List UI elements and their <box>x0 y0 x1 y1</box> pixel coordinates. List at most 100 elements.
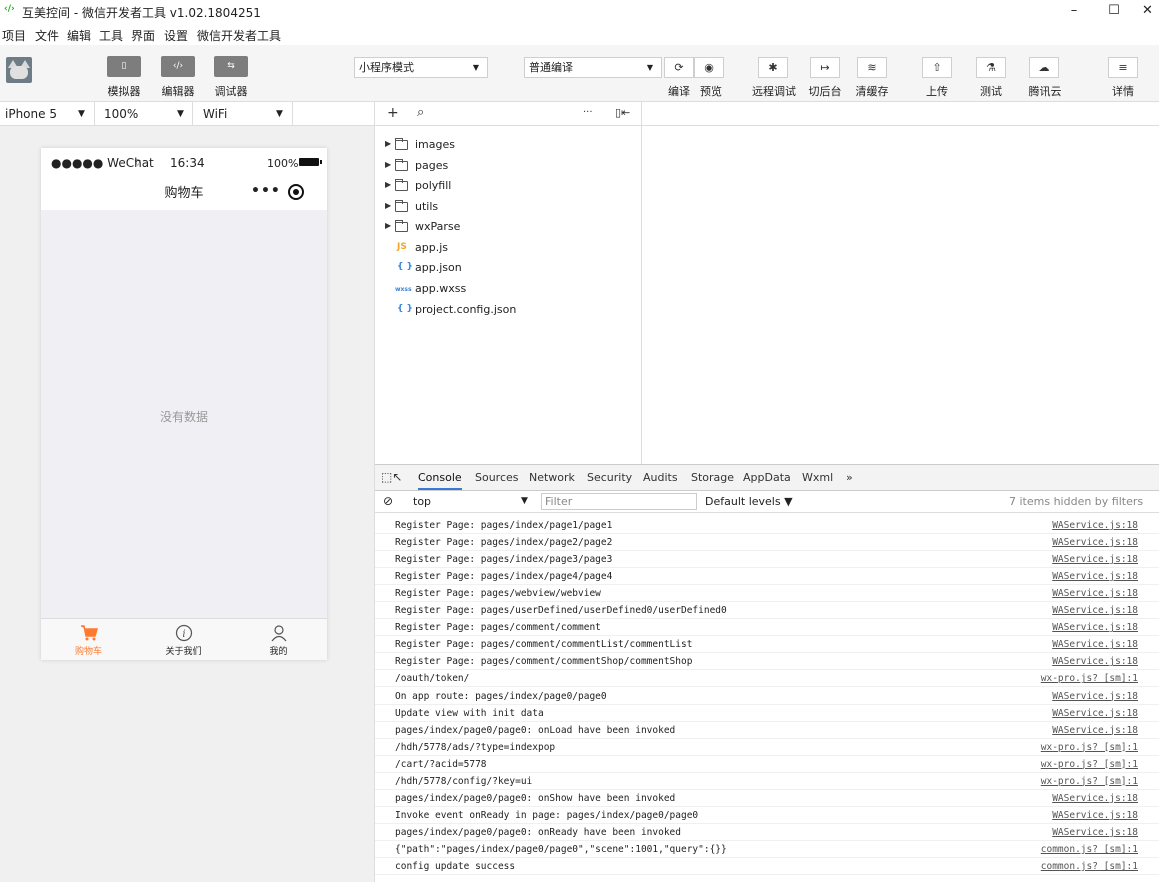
eye-icon: ◉ <box>704 61 714 74</box>
log-source-link[interactable]: common.js? [sm]:1 <box>1041 861 1138 872</box>
inspect-element-icon[interactable]: ⬚↖ <box>381 470 402 484</box>
more-icon[interactable]: ··· <box>583 107 593 118</box>
log-source-link[interactable]: WAService.js:18 <box>1052 554 1138 565</box>
menu-file[interactable]: 文件 <box>35 27 59 44</box>
file-tree-item[interactable]: ▶ wxParse <box>375 217 642 237</box>
log-source-link[interactable]: WAService.js:18 <box>1052 537 1138 548</box>
details-button[interactable]: ≡ <box>1108 57 1138 78</box>
debugger-toggle-button[interactable]: ⇆ <box>214 56 248 77</box>
log-source-link[interactable]: wx-pro.js? [sm]:1 <box>1041 759 1138 770</box>
mode-select[interactable]: 小程序模式 ▼ <box>354 57 488 78</box>
log-message: Register Page: pages/userDefined/userDef… <box>395 605 727 617</box>
file-tree-item[interactable]: ▶ polyfill <box>375 176 642 196</box>
expand-arrow-icon[interactable]: ▶ <box>385 180 391 189</box>
tab-cart[interactable]: 购物车 <box>41 619 136 661</box>
chevron-down-icon[interactable]: ▼ <box>521 496 528 506</box>
log-source-link[interactable]: WAService.js:18 <box>1052 725 1138 736</box>
tab-appdata[interactable]: AppData <box>743 471 791 484</box>
editor-toggle-button[interactable]: ‹/› <box>161 56 195 77</box>
chevron-down-icon[interactable]: ▼ <box>177 109 184 119</box>
editor-label: 编辑器 <box>161 85 195 98</box>
more-tabs-button[interactable]: » <box>846 471 853 484</box>
chevron-down-icon[interactable]: ▼ <box>78 109 85 119</box>
file-tree-item[interactable]: ▶ images <box>375 135 642 155</box>
log-source-link[interactable]: wx-pro.js? [sm]:1 <box>1041 776 1138 787</box>
expand-arrow-icon[interactable]: ▶ <box>385 139 391 148</box>
close-capsule-icon[interactable] <box>288 184 304 200</box>
log-levels-select[interactable]: Default levels ▼ <box>705 495 793 508</box>
tab-sources[interactable]: Sources <box>475 471 519 484</box>
tab-wxml[interactable]: Wxml <box>802 471 833 484</box>
network-select[interactable]: WiFi <box>203 107 227 121</box>
file-tree-item[interactable]: JS app.js <box>375 238 642 258</box>
upload-button[interactable]: ⇧ <box>922 57 952 78</box>
log-source-link[interactable]: wx-pro.js? [sm]:1 <box>1041 742 1138 753</box>
menu-settings[interactable]: 设置 <box>164 27 188 44</box>
phone-screen[interactable]: ●●●●● WeChat ⌔ 16:34 100% 购物车 ••• 没有数据 购… <box>41 148 327 660</box>
tab-network[interactable]: Network <box>529 471 575 484</box>
log-source-link[interactable]: WAService.js:18 <box>1052 639 1138 650</box>
log-source-link[interactable]: WAService.js:18 <box>1052 810 1138 821</box>
log-source-link[interactable]: WAService.js:18 <box>1052 605 1138 616</box>
compile-mode-select[interactable]: 普通编译 ▼ <box>524 57 662 78</box>
tab-mine[interactable]: 我的 <box>231 619 326 661</box>
search-icon[interactable]: ⌕ <box>417 105 424 120</box>
console-filter-input[interactable]: Filter <box>541 493 697 510</box>
tab-audits[interactable]: Audits <box>643 471 678 484</box>
tab-storage[interactable]: Storage <box>691 471 734 484</box>
tab-console[interactable]: Console <box>418 471 462 490</box>
log-source-link[interactable]: common.js? [sm]:1 <box>1041 844 1138 855</box>
context-select[interactable]: top <box>413 495 431 508</box>
avatar[interactable] <box>6 57 32 83</box>
menu-edit[interactable]: 编辑 <box>67 27 91 44</box>
compile-button[interactable]: ⟳ <box>664 57 694 78</box>
log-source-link[interactable]: WAService.js:18 <box>1052 571 1138 582</box>
preview-button[interactable]: ◉ <box>694 57 724 78</box>
file-tree-item[interactable]: wxss app.wxss <box>375 279 642 299</box>
log-source-link[interactable]: WAService.js:18 <box>1052 622 1138 633</box>
close-button[interactable]: ✕ <box>1136 0 1159 23</box>
tab-about[interactable]: i 关于我们 <box>136 619 231 661</box>
add-file-icon[interactable]: + <box>387 105 399 121</box>
expand-arrow-icon[interactable]: ▶ <box>385 221 391 230</box>
log-source-link[interactable]: WAService.js:18 <box>1052 520 1138 531</box>
remote-debug-button[interactable]: ✱ <box>758 57 788 78</box>
simulator-toggle-button[interactable]: ▯ <box>107 56 141 77</box>
file-tree-item[interactable]: ▶ pages <box>375 156 642 176</box>
collapse-panel-icon[interactable]: ▯⇤ <box>615 106 630 119</box>
log-source-link[interactable]: WAService.js:18 <box>1052 588 1138 599</box>
clear-cache-button[interactable]: ≋ <box>857 57 887 78</box>
log-source-link[interactable]: WAService.js:18 <box>1052 691 1138 702</box>
simulator-label: 模拟器 <box>107 85 141 98</box>
editor-area[interactable] <box>642 102 1159 464</box>
log-source-link[interactable]: WAService.js:18 <box>1052 708 1138 719</box>
device-bar: iPhone 5 ▼ 100% ▼ WiFi ▼ <box>0 102 375 126</box>
empty-state-text: 没有数据 <box>159 410 208 424</box>
file-tree-item[interactable]: { } app.json <box>375 258 642 278</box>
file-tree-item[interactable]: { } project.config.json <box>375 300 642 320</box>
tencent-cloud-button[interactable]: ☁ <box>1029 57 1059 78</box>
menu-tools[interactable]: 工具 <box>99 27 123 44</box>
menu-devtools[interactable]: 微信开发者工具 <box>197 27 281 44</box>
menu-interface[interactable]: 界面 <box>131 27 155 44</box>
expand-arrow-icon[interactable]: ▶ <box>385 201 391 210</box>
zoom-select[interactable]: 100% <box>104 107 138 121</box>
log-source-link[interactable]: WAService.js:18 <box>1052 793 1138 804</box>
clear-console-icon[interactable]: ⊘ <box>383 494 393 508</box>
device-model-select[interactable]: iPhone 5 <box>5 107 57 121</box>
minimize-button[interactable]: – <box>1054 0 1094 23</box>
log-source-link[interactable]: wx-pro.js? [sm]:1 <box>1041 673 1138 684</box>
test-button[interactable]: ⚗ <box>976 57 1006 78</box>
background-button[interactable]: ↦ <box>810 57 840 78</box>
log-source-link[interactable]: WAService.js:18 <box>1052 656 1138 667</box>
log-source-link[interactable]: WAService.js:18 <box>1052 827 1138 838</box>
maximize-button[interactable]: ☐ <box>1094 0 1134 23</box>
tab-security[interactable]: Security <box>587 471 632 484</box>
file-tree-item[interactable]: ▶ utils <box>375 197 642 217</box>
menu-project[interactable]: 项目 <box>2 27 26 44</box>
expand-arrow-icon[interactable]: ▶ <box>385 160 391 169</box>
console-log-row: pages/index/page0/page0: onLoad have bee… <box>375 722 1159 739</box>
more-icon[interactable]: ••• <box>251 183 281 199</box>
chevron-down-icon[interactable]: ▼ <box>276 109 283 119</box>
file-name: wxParse <box>415 220 461 233</box>
